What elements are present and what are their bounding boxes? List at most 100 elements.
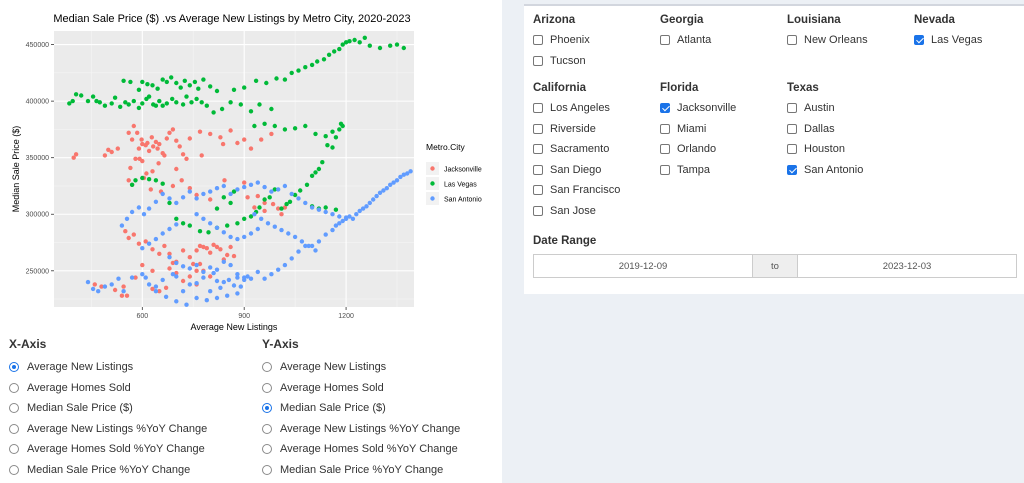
date-end-input[interactable]: 2023-12-03: [798, 255, 1016, 277]
data-point-san-antonio: [354, 212, 359, 217]
checkbox[interactable]: [533, 123, 543, 134]
y-axis-option-new-listings-yoy[interactable]: Average New Listings %YoY Change: [262, 419, 460, 440]
legend-key-san-antonio: [430, 196, 435, 201]
city-checkbox-atlanta[interactable]: Atlanta: [660, 30, 711, 51]
city-checkbox-tampa[interactable]: Tampa: [660, 160, 736, 181]
city-checkbox-austin[interactable]: Austin: [787, 98, 863, 119]
y-axis-option-median-sale-price[interactable]: Median Sale Price ($): [262, 398, 460, 419]
data-point-san-antonio: [235, 291, 240, 296]
checkbox[interactable]: [660, 123, 670, 134]
checkbox[interactable]: [787, 103, 797, 114]
data-point-san-antonio: [303, 200, 308, 206]
radio-button[interactable]: [262, 362, 272, 373]
data-point-jacksonville: [194, 248, 199, 253]
data-point-san-antonio: [160, 231, 165, 236]
data-point-jacksonville: [262, 208, 267, 214]
city-checkbox-miami[interactable]: Miami: [660, 119, 736, 140]
checkbox[interactable]: [533, 103, 543, 114]
y-axis-option-average-homes-sold[interactable]: Average Homes Sold: [262, 378, 460, 399]
y-axis-option-label: Average New Listings: [280, 361, 387, 374]
checkbox[interactable]: [787, 164, 797, 175]
city-checkbox-las-vegas[interactable]: Las Vegas: [914, 30, 982, 51]
city-checkbox-san-antonio[interactable]: San Antonio: [787, 160, 863, 181]
x-axis-option-average-new-listings[interactable]: Average New Listings: [9, 357, 207, 378]
data-point-las-vegas: [298, 188, 303, 193]
city-checkbox-tucson[interactable]: Tucson: [533, 51, 590, 72]
legend-label: Las Vegas: [444, 182, 477, 189]
radio-button[interactable]: [262, 403, 272, 414]
city-checkbox-dallas[interactable]: Dallas: [787, 119, 863, 140]
date-start-input[interactable]: 2019-12-09: [534, 255, 752, 277]
radio-button[interactable]: [262, 423, 272, 434]
data-point-san-antonio: [160, 191, 165, 197]
y-axis-option-homes-sold-yoy[interactable]: Average Homes Sold %YoY Change: [262, 439, 460, 460]
checkbox[interactable]: [533, 144, 543, 155]
radio-button[interactable]: [262, 444, 272, 455]
radio-button[interactable]: [9, 464, 19, 475]
radio-button[interactable]: [9, 403, 19, 414]
checkbox[interactable]: [660, 164, 670, 175]
data-point-jacksonville: [140, 262, 145, 268]
data-point-las-vegas: [79, 93, 84, 98]
data-point-san-antonio: [221, 230, 226, 235]
city-checkbox-houston[interactable]: Houston: [787, 139, 863, 160]
y-tick-label: 400000: [26, 99, 49, 106]
data-point-las-vegas: [146, 177, 152, 182]
city-checkbox-los-angeles[interactable]: Los Angeles: [533, 98, 620, 119]
city-checkbox-sacramento[interactable]: Sacramento: [533, 139, 620, 160]
legend-key-jacksonville: [430, 166, 435, 171]
checkbox[interactable]: [787, 123, 797, 134]
checkbox[interactable]: [660, 35, 670, 46]
city-checkbox-san-francisco[interactable]: San Francisco: [533, 180, 620, 201]
data-point-san-antonio: [296, 196, 301, 201]
city-checkbox-san-jose[interactable]: San Jose: [533, 201, 620, 222]
checkbox[interactable]: [533, 35, 543, 46]
city-checkbox-jacksonville[interactable]: Jacksonville: [660, 98, 736, 119]
city-label: San Antonio: [804, 163, 864, 176]
city-checkbox-phoenix[interactable]: Phoenix: [533, 30, 590, 51]
radio-button[interactable]: [9, 382, 19, 393]
x-axis-option-average-homes-sold[interactable]: Average Homes Sold: [9, 378, 207, 399]
city-label: San Diego: [550, 163, 602, 176]
data-point-jacksonville: [231, 253, 237, 259]
data-point-las-vegas: [377, 45, 383, 51]
checkbox[interactable]: [914, 35, 924, 46]
data-point-jacksonville: [151, 144, 156, 149]
data-point-san-antonio: [235, 187, 240, 192]
checkbox[interactable]: [533, 55, 543, 66]
city-checkbox-riverside[interactable]: Riverside: [533, 119, 620, 140]
x-axis-option-median-price-yoy[interactable]: Median Sale Price %YoY Change: [9, 460, 207, 481]
city-checkbox-new-orleans[interactable]: New Orleans: [787, 30, 868, 51]
data-point-jacksonville: [187, 274, 192, 279]
data-point-san-antonio: [272, 224, 277, 229]
city-checkbox-san-diego[interactable]: San Diego: [533, 160, 620, 181]
city-checkbox-orlando[interactable]: Orlando: [660, 139, 736, 160]
checkbox[interactable]: [787, 144, 797, 155]
radio-button[interactable]: [262, 464, 272, 475]
y-axis-option-median-price-yoy[interactable]: Median Sale Price %YoY Change: [262, 460, 460, 481]
checkbox[interactable]: [787, 35, 797, 46]
radio-button[interactable]: [262, 382, 272, 393]
checkbox[interactable]: [533, 185, 543, 196]
y-axis-option-label: Average Homes Sold: [280, 381, 384, 394]
state-group-california: California Los Angeles Riverside Sacrame…: [533, 82, 620, 221]
data-point-las-vegas: [333, 135, 339, 140]
data-point-jacksonville: [180, 248, 186, 253]
checkbox[interactable]: [660, 103, 670, 114]
radio-button[interactable]: [9, 444, 19, 455]
checkbox[interactable]: [660, 144, 670, 155]
checkbox[interactable]: [533, 164, 543, 175]
x-axis-option-median-sale-price[interactable]: Median Sale Price ($): [9, 398, 207, 419]
x-axis-option-new-listings-yoy[interactable]: Average New Listings %YoY Change: [9, 419, 207, 440]
data-point-jacksonville: [139, 137, 144, 142]
checkbox[interactable]: [533, 205, 543, 216]
plot-background: [54, 31, 414, 307]
data-point-san-antonio: [129, 209, 135, 215]
y-axis-option-average-new-listings[interactable]: Average New Listings: [262, 357, 460, 378]
x-axis-option-homes-sold-yoy[interactable]: Average Homes Sold %YoY Change: [9, 439, 207, 460]
radio-button[interactable]: [9, 423, 19, 434]
radio-button[interactable]: [9, 362, 19, 373]
data-point-san-antonio: [225, 293, 230, 298]
data-point-las-vegas: [194, 96, 199, 102]
data-point-san-antonio: [218, 285, 223, 290]
